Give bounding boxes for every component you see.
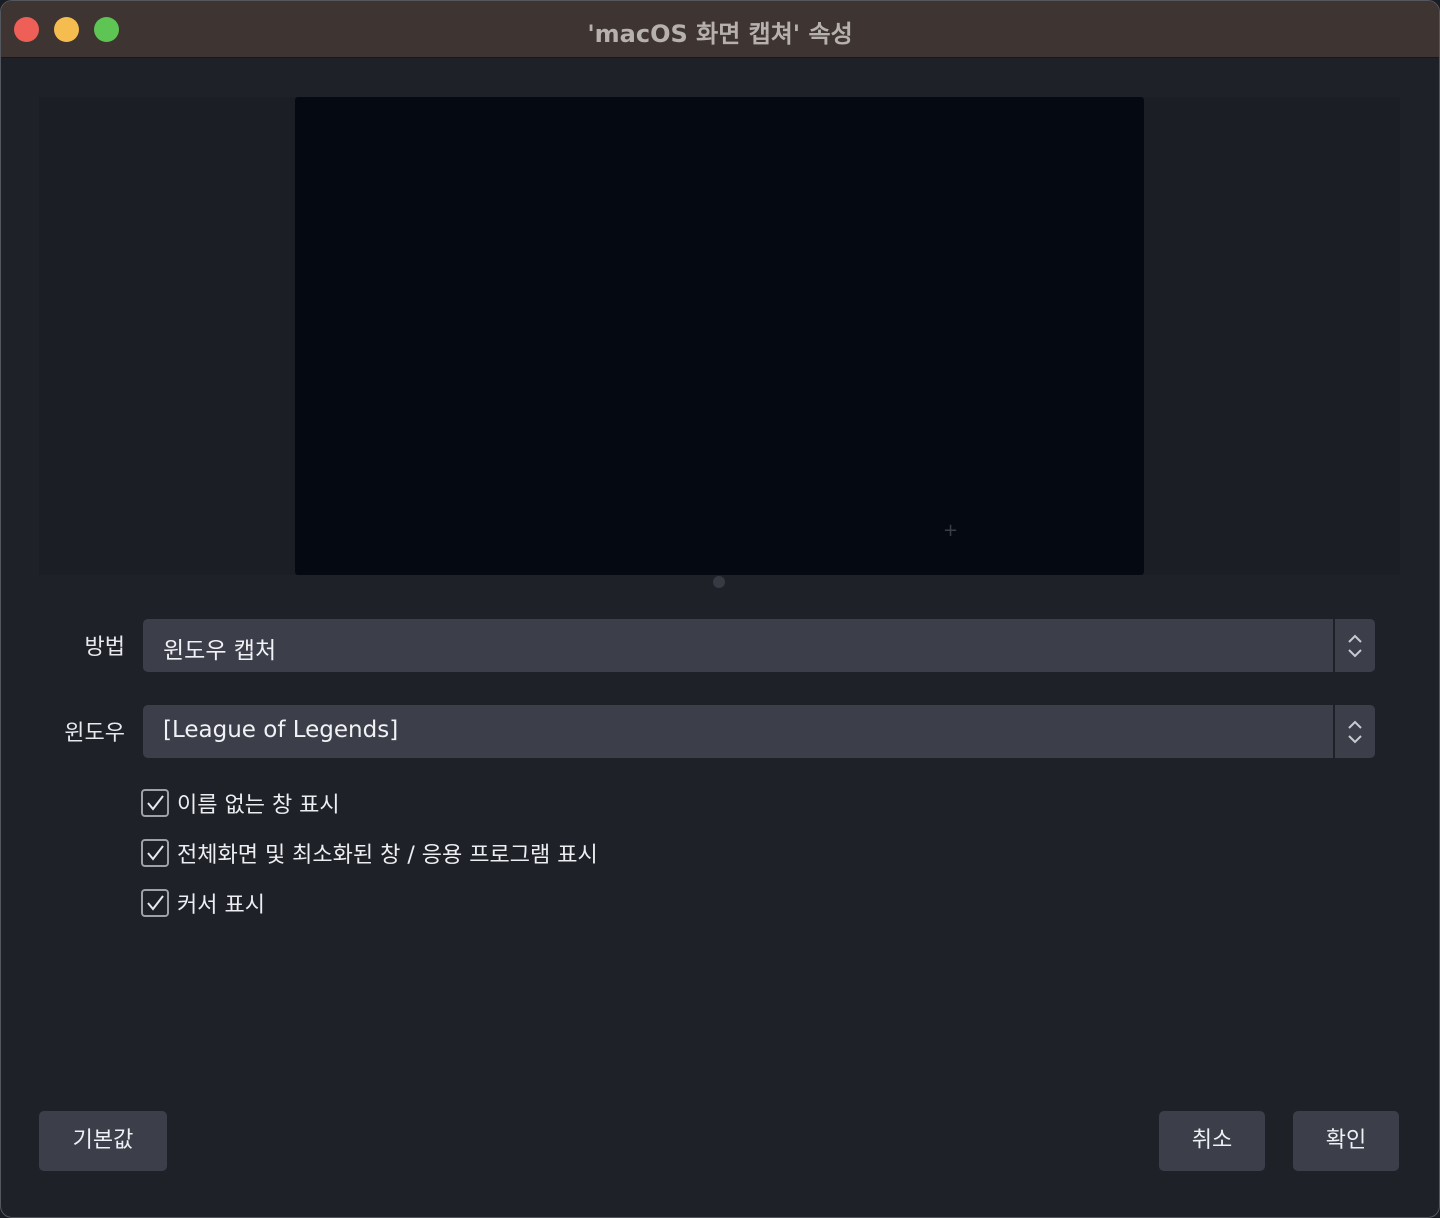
show-fullscreen-minimized-checkbox[interactable] (141, 839, 169, 867)
checkmark-icon (147, 845, 164, 861)
method-select-arrow[interactable] (1333, 619, 1375, 672)
window-select-value: [League of Legends] (163, 717, 399, 743)
method-select[interactable]: 윈도우 캡처 (143, 619, 1375, 672)
preview-area: + (39, 97, 1400, 575)
splitter-handle[interactable] (713, 576, 725, 588)
show-untitled-windows-checkbox[interactable] (141, 789, 169, 817)
up-down-chevron-icon (1348, 720, 1362, 744)
show-untitled-windows-option[interactable]: 이름 없는 창 표시 (141, 787, 340, 819)
properties-window: 'macOS 화면 캡쳐' 속성 + 방법 윈도우 캡처 윈도우 [League… (0, 0, 1440, 1218)
show-cursor-option[interactable]: 커서 표시 (141, 887, 265, 919)
crosshair-icon: + (943, 520, 959, 541)
checkmark-icon (147, 795, 164, 811)
show-fullscreen-minimized-label: 전체화면 및 최소화된 창 / 응용 프로그램 표시 (177, 843, 598, 868)
up-down-chevron-icon (1348, 634, 1362, 658)
method-label: 방법 (84, 635, 125, 660)
method-select-value: 윈도우 캡처 (163, 638, 277, 664)
capture-preview: + (295, 97, 1144, 575)
window-label: 윈도우 (64, 721, 125, 746)
window-select[interactable]: [League of Legends] (143, 705, 1375, 758)
cancel-button[interactable]: 취소 (1159, 1111, 1265, 1171)
ok-button[interactable]: 확인 (1293, 1111, 1399, 1171)
defaults-button[interactable]: 기본값 (39, 1111, 167, 1171)
show-untitled-windows-label: 이름 없는 창 표시 (177, 793, 340, 818)
window-title: 'macOS 화면 캡쳐' 속성 (587, 20, 853, 48)
checkmark-icon (147, 895, 164, 911)
show-fullscreen-minimized-option[interactable]: 전체화면 및 최소화된 창 / 응용 프로그램 표시 (141, 837, 598, 869)
title-bar[interactable]: 'macOS 화면 캡쳐' 속성 (1, 1, 1439, 58)
show-cursor-checkbox[interactable] (141, 889, 169, 917)
window-select-arrow[interactable] (1333, 705, 1375, 758)
show-cursor-label: 커서 표시 (177, 893, 265, 918)
